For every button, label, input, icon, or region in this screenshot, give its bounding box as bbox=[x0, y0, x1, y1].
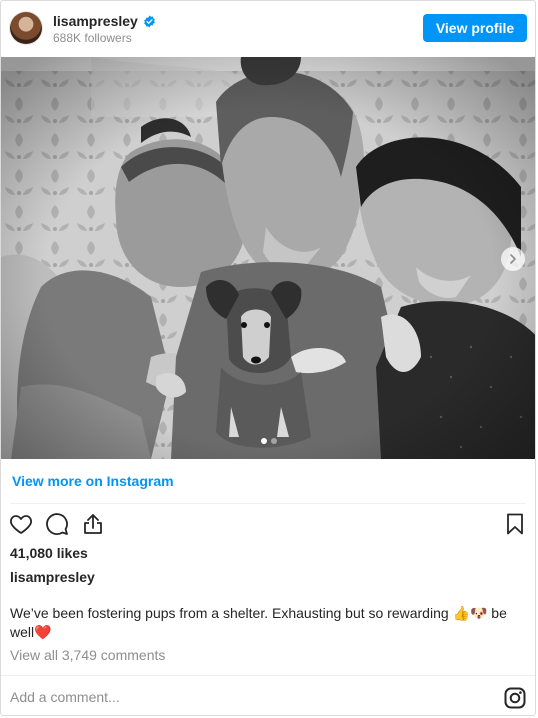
post-photo[interactable] bbox=[1, 57, 535, 459]
carousel-dot bbox=[271, 438, 277, 444]
thumbs-up-dog-emoji: 👍🐶 bbox=[452, 605, 488, 621]
red-heart-emoji: ❤️ bbox=[34, 624, 52, 640]
post-caption: We’ve been fostering pups from a shelter… bbox=[10, 604, 530, 642]
carousel-dot bbox=[261, 438, 267, 444]
share-icon bbox=[84, 514, 102, 534]
heart-icon bbox=[10, 515, 32, 534]
carousel-indicator bbox=[1, 438, 535, 446]
view-profile-button[interactable]: View profile bbox=[423, 14, 527, 42]
follower-count: 688K followers bbox=[53, 31, 132, 45]
view-all-comments-link[interactable]: View all 3,749 comments bbox=[10, 647, 165, 663]
photo-illustration bbox=[1, 57, 535, 459]
caption-text: We’ve been fostering pups from a shelter… bbox=[10, 605, 453, 621]
instagram-embed-card: lisampresley 688K followers View profile bbox=[0, 0, 536, 716]
add-comment-input[interactable] bbox=[10, 687, 480, 707]
post-owner-username[interactable]: lisampresley bbox=[10, 569, 95, 585]
save-button[interactable] bbox=[502, 511, 528, 537]
avatar[interactable] bbox=[10, 12, 42, 44]
comment-bar bbox=[1, 675, 535, 715]
username[interactable]: lisampresley bbox=[53, 13, 138, 29]
bookmark-icon bbox=[507, 513, 523, 535]
carousel-next-button[interactable] bbox=[501, 247, 525, 271]
comment-icon bbox=[46, 513, 68, 535]
instagram-icon[interactable] bbox=[503, 686, 527, 710]
post-header: lisampresley 688K followers View profile bbox=[1, 1, 535, 57]
comment-button[interactable] bbox=[44, 511, 70, 537]
share-button[interactable] bbox=[80, 511, 106, 537]
chevron-right-icon bbox=[510, 254, 516, 264]
divider bbox=[10, 503, 526, 504]
like-count[interactable]: 41,080 likes bbox=[10, 545, 88, 561]
verified-badge-icon bbox=[143, 15, 155, 27]
view-more-on-instagram-link[interactable]: View more on Instagram bbox=[12, 473, 174, 489]
like-button[interactable] bbox=[8, 511, 34, 537]
username-row[interactable]: lisampresley bbox=[53, 13, 156, 29]
